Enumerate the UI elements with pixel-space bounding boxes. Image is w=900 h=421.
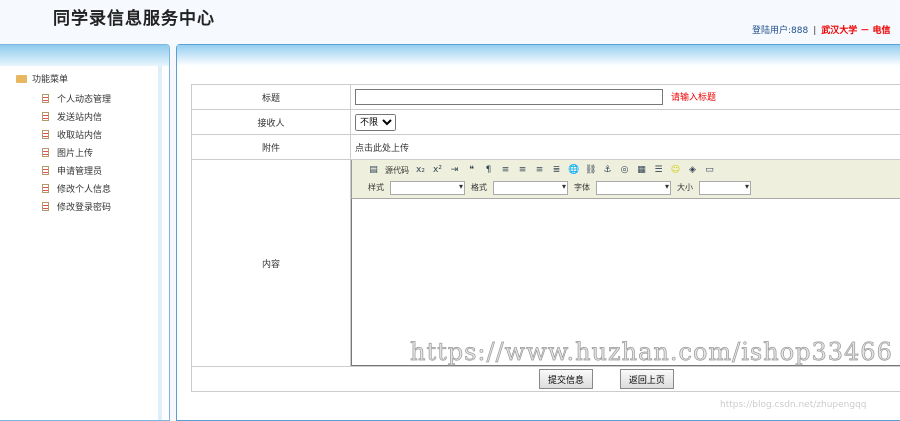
folder-icon — [16, 74, 27, 83]
watermark: https://www.huzhan.com/ishop33466 — [410, 338, 893, 367]
justify-icon[interactable]: ≣ — [551, 165, 562, 176]
sidebar-item-label: 收取站内信 — [57, 130, 103, 141]
sidebar-item[interactable]: 收取站内信 — [42, 125, 111, 143]
size-combo[interactable] — [699, 180, 751, 195]
unlink-icon[interactable]: ⛓ — [585, 165, 596, 176]
sidebar-item[interactable]: 个人动态管理 — [42, 89, 111, 107]
link-icon[interactable]: 🌐 — [568, 165, 579, 176]
attachment-label: 附件 — [191, 134, 351, 160]
sidebar: 功能菜单 个人动态管理 发送站内信收取站内信图片上传申请管理员修改个人信息 修改登录… — [0, 44, 170, 421]
table-icon[interactable]: ▦ — [636, 165, 647, 176]
special-char-icon[interactable]: ◈ — [687, 165, 698, 176]
sidebar-item[interactable]: 申请管理员 — [42, 161, 111, 179]
document-icon — [42, 111, 49, 121]
document-icon — [42, 129, 49, 139]
sidebar-item-label: 发送站内信 — [57, 112, 103, 123]
source-icon[interactable]: ▤ — [368, 165, 379, 176]
ltr-icon[interactable]: ¶ — [483, 165, 494, 176]
format-label: 格式 — [471, 183, 487, 192]
smiley-icon[interactable]: ☺ — [670, 165, 681, 176]
school-name: 武汉大学 － 电信 — [821, 26, 891, 36]
submit-button[interactable]: 提交信息 — [539, 369, 594, 389]
document-icon — [42, 201, 49, 211]
anchor-icon[interactable]: ⚓ — [602, 165, 613, 176]
format-combo[interactable] — [493, 180, 568, 195]
title-input[interactable] — [355, 89, 663, 105]
font-combo[interactable] — [596, 180, 671, 195]
source-button[interactable]: 源代码 — [385, 165, 409, 176]
document-icon — [42, 165, 49, 175]
receiver-select[interactable]: 不限 — [355, 113, 396, 131]
horizontal-rule-icon[interactable]: ☰ — [653, 165, 664, 176]
sidebar-item-label: 修改登录密码 — [57, 202, 112, 213]
main-caption — [177, 45, 900, 66]
watermark-csdn: https://blog.csdn.net/zhupengqq — [720, 400, 867, 410]
sidebar-item[interactable]: 发送站内信 — [42, 107, 111, 125]
align-right-icon[interactable]: ≡ — [534, 165, 545, 176]
back-button[interactable]: 返回上页 — [619, 369, 674, 389]
superscript-icon[interactable]: x² — [432, 165, 443, 176]
rich-text-editor: ▤ 源代码 x₂ x² ⇥ ❝ ¶ ≡ ≡ ≡ ≣ 🌐 ⛓ ⚓ ◎ ▦ ☰ ☺ … — [351, 160, 900, 366]
receiver-label: 接收人 — [191, 109, 351, 135]
align-left-icon[interactable]: ≡ — [500, 165, 511, 176]
title-hint: 请输入标题 — [671, 92, 717, 103]
user-info: 登陆用户:888 | 武汉大学 － 电信 — [752, 23, 891, 36]
user-label: 登陆用户: — [752, 26, 792, 36]
sidebar-item[interactable]: 图片上传 — [42, 143, 111, 161]
sidebar-item[interactable]: 修改登录密码 — [42, 197, 111, 215]
style-label: 样式 — [368, 183, 384, 192]
menu-heading-label: 功能菜单 — [32, 75, 69, 85]
sidebar-caption — [0, 45, 169, 66]
document-icon — [42, 93, 49, 103]
document-icon — [42, 147, 49, 157]
sidebar-item-label: 图片上传 — [57, 148, 94, 159]
style-combo[interactable] — [390, 180, 465, 195]
username: 888 — [791, 26, 809, 36]
menu-heading[interactable]: 功能菜单 — [16, 72, 68, 85]
subscript-icon[interactable]: x₂ — [415, 165, 426, 176]
separator: | — [813, 26, 817, 36]
size-label: 大小 — [677, 183, 693, 192]
sidebar-menu: 个人动态管理 发送站内信收取站内信图片上传申请管理员修改个人信息 修改登录密码 — [42, 89, 111, 215]
sidebar-item-label: 修改个人信息 — [57, 184, 112, 195]
flash-icon[interactable]: ◎ — [619, 165, 630, 176]
document-icon — [42, 183, 49, 193]
align-center-icon[interactable]: ≡ — [517, 165, 528, 176]
indent-icon[interactable]: ⇥ — [449, 165, 460, 176]
page-break-icon[interactable]: ▭ — [704, 165, 715, 176]
sidebar-item-label: 申请管理员 — [57, 166, 103, 177]
sidebar-item[interactable]: 修改个人信息 — [42, 179, 111, 197]
sidebar-item-label: 个人动态管理 — [57, 94, 112, 105]
upload-link[interactable]: 点击此处上传 — [355, 144, 409, 154]
blockquote-icon[interactable]: ❝ — [466, 165, 477, 176]
editor-toolbar: ▤ 源代码 x₂ x² ⇥ ❝ ¶ ≡ ≡ ≡ ≣ 🌐 ⛓ ⚓ ◎ ▦ ☰ ☺ … — [351, 160, 900, 199]
content-label: 内容 — [191, 159, 351, 367]
header: 同学录信息服务中心 登陆用户:888 | 武汉大学 － 电信 — [0, 0, 900, 44]
site-title: 同学录信息服务中心 — [53, 9, 215, 29]
font-label: 字体 — [574, 183, 590, 192]
title-label: 标题 — [191, 84, 351, 110]
